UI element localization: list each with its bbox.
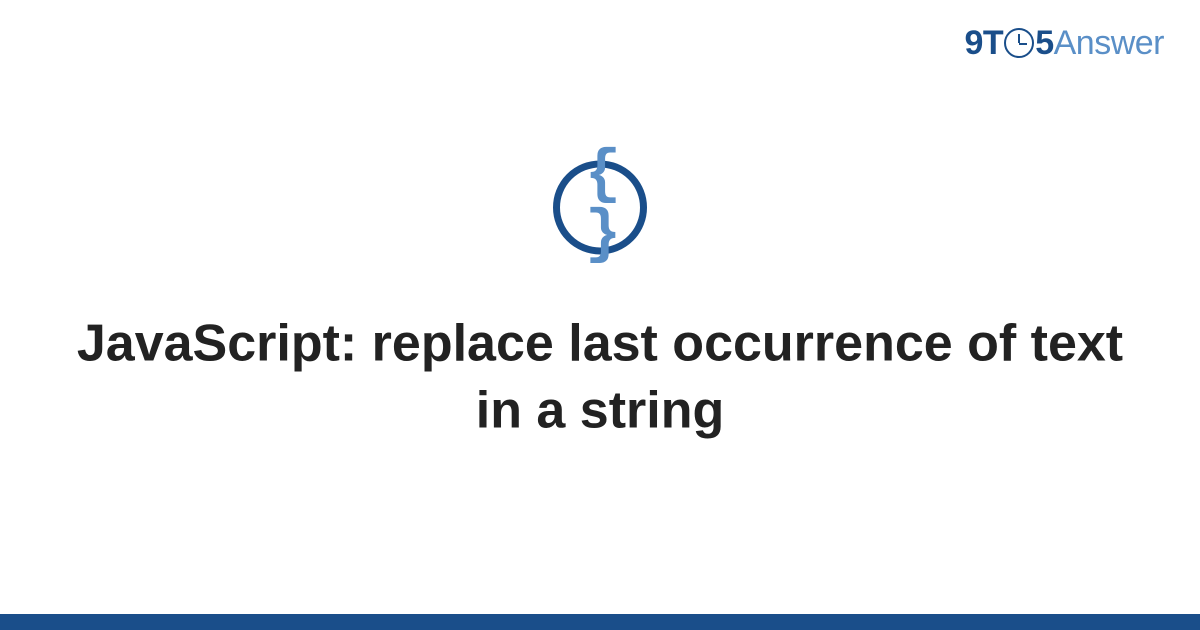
code-braces-icon: { } bbox=[560, 146, 640, 266]
footer-accent-bar bbox=[0, 614, 1200, 630]
logo-nine: 9 bbox=[965, 24, 983, 62]
page-title: JavaScript: replace last occurrence of t… bbox=[0, 311, 1200, 444]
site-logo: 9T5Answer bbox=[965, 24, 1165, 63]
category-icon-circle: { } bbox=[553, 161, 647, 255]
clock-icon bbox=[1004, 28, 1034, 58]
logo-five: 5 bbox=[1035, 24, 1053, 62]
logo-t: T bbox=[983, 24, 1003, 62]
logo-answer: Answer bbox=[1054, 24, 1164, 62]
main-content: { } JavaScript: replace last occurrence … bbox=[0, 161, 1200, 444]
